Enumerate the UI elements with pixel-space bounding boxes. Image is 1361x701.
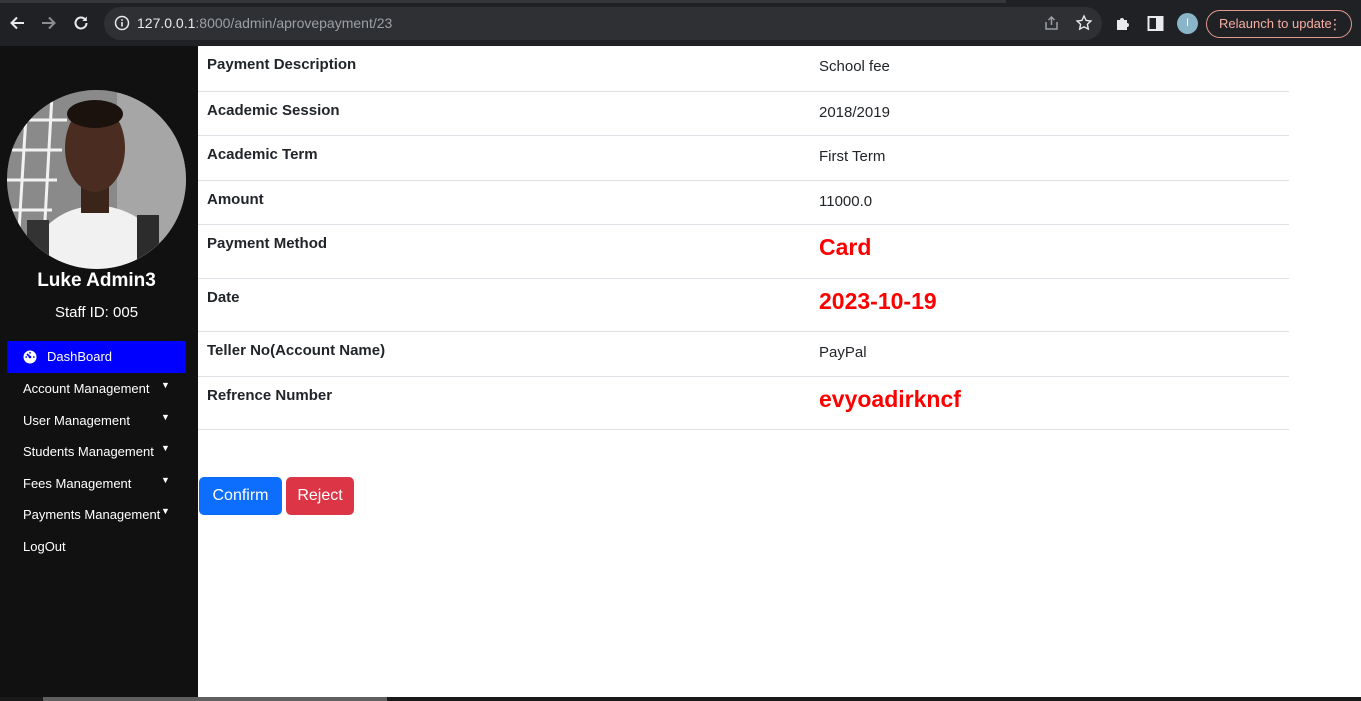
extensions-puzzle-icon[interactable]: [1114, 14, 1132, 32]
row-value: First Term: [810, 135, 1289, 181]
row-label: Refrence Number: [198, 376, 810, 430]
site-info-icon[interactable]: [114, 15, 130, 31]
staff-id: Staff ID: 005: [54, 304, 139, 321]
reload-button[interactable]: [71, 13, 91, 33]
side-panel-icon[interactable]: [1147, 15, 1164, 32]
table-row: Payment Method Card: [198, 224, 1289, 279]
url-text: 127.0.0.1:8000/admin/aprovepayment/23: [137, 15, 392, 31]
reference-number-value: evyoadirkncf: [810, 376, 1289, 430]
arrow-right-icon: [42, 16, 56, 30]
arrow-left-icon: [10, 16, 24, 30]
sidebar-item-dashboard[interactable]: DashBoard: [7, 341, 186, 373]
user-avatar: [7, 90, 186, 269]
sidebar-item-students-management[interactable]: Students Management ▼: [7, 436, 186, 468]
url-host: 127.0.0.1: [137, 15, 196, 31]
sidebar-item-label: User Management: [23, 412, 130, 428]
row-value: PayPal: [810, 331, 1289, 377]
sidebar-item-logout[interactable]: LogOut: [7, 531, 186, 563]
bookmark-star-icon[interactable]: [1075, 14, 1093, 32]
sidebar-item-label: LogOut: [23, 538, 66, 554]
share-icon[interactable]: [1043, 15, 1060, 32]
payment-method-value: Card: [810, 224, 1289, 279]
horizontal-scrollbar[interactable]: [0, 697, 1361, 701]
table-row: Date 2023-10-19: [198, 278, 1289, 332]
main-content: Payment Description School fee Academic …: [198, 46, 1361, 701]
caret-down-icon: ▼: [161, 380, 170, 390]
table-row: Amount 11000.0: [198, 180, 1289, 225]
row-label: Academic Session: [198, 91, 810, 136]
sidebar: Luke Admin3 Staff ID: 005 DashBoard Acco…: [0, 46, 198, 701]
table-row: Payment Description School fee: [198, 46, 1289, 92]
reject-button[interactable]: Reject: [286, 477, 354, 515]
sidebar-item-label: Payments Management: [23, 507, 161, 522]
row-value: 11000.0: [810, 180, 1289, 225]
caret-down-icon: ▼: [161, 443, 170, 453]
sidebar-item-payments-management[interactable]: Payments Management ▼: [7, 499, 186, 531]
caret-down-icon: ▼: [161, 411, 170, 422]
row-label: Date: [198, 278, 810, 332]
forward-button[interactable]: [39, 13, 59, 33]
scrollbar-thumb[interactable]: [43, 697, 387, 701]
table-row: Academic Session 2018/2019: [198, 91, 1289, 136]
sidebar-item-label: DashBoard: [47, 349, 113, 364]
user-name: Luke Admin3: [37, 270, 156, 291]
date-value: 2023-10-19: [810, 278, 1289, 332]
url-path: :8000/admin/aprovepayment/23: [195, 15, 393, 31]
row-label: Academic Term: [198, 135, 810, 181]
sidebar-menu: DashBoard Account Management ▼ User Mana…: [7, 341, 186, 562]
address-bar[interactable]: 127.0.0.1:8000/admin/aprovepayment/23: [104, 7, 1102, 40]
profile-avatar[interactable]: I: [1177, 13, 1198, 34]
tab-strip: [0, 0, 1006, 3]
table-row: Teller No(Account Name) PayPal: [198, 331, 1289, 377]
row-value: School fee: [810, 46, 1289, 92]
sidebar-item-account-management[interactable]: Account Management ▼: [7, 373, 186, 405]
payment-details-table: Payment Description School fee Academic …: [198, 46, 1289, 430]
back-button[interactable]: [7, 13, 27, 33]
table-row: Academic Term First Term: [198, 135, 1289, 181]
dashboard-gauge-icon: [23, 350, 37, 364]
user-photo: [7, 90, 186, 269]
row-label: Payment Method: [198, 224, 810, 279]
sidebar-item-label: Students Management: [23, 444, 154, 459]
sidebar-item-user-management[interactable]: User Management ▼: [7, 405, 186, 437]
confirm-button[interactable]: Confirm: [199, 477, 282, 515]
table-row: Refrence Number evyoadirkncf: [198, 376, 1289, 430]
sidebar-item-label: Fees Management: [23, 475, 132, 491]
sidebar-item-label: Account Management: [23, 381, 150, 396]
row-label: Teller No(Account Name): [198, 331, 810, 377]
row-label: Amount: [198, 180, 810, 225]
more-menu-icon[interactable]: ⋮: [1328, 11, 1342, 37]
sidebar-item-fees-management[interactable]: Fees Management ▼: [7, 468, 186, 500]
row-value: 2018/2019: [810, 91, 1289, 136]
relaunch-label: Relaunch to update: [1219, 16, 1332, 31]
reload-icon: [74, 16, 88, 30]
caret-down-icon: ▼: [161, 506, 170, 516]
caret-down-icon: ▼: [161, 474, 170, 485]
browser-toolbar: 127.0.0.1:8000/admin/aprovepayment/23 I …: [0, 0, 1361, 46]
relaunch-button[interactable]: Relaunch to update ⋮: [1206, 10, 1352, 38]
row-label: Payment Description: [198, 46, 810, 92]
